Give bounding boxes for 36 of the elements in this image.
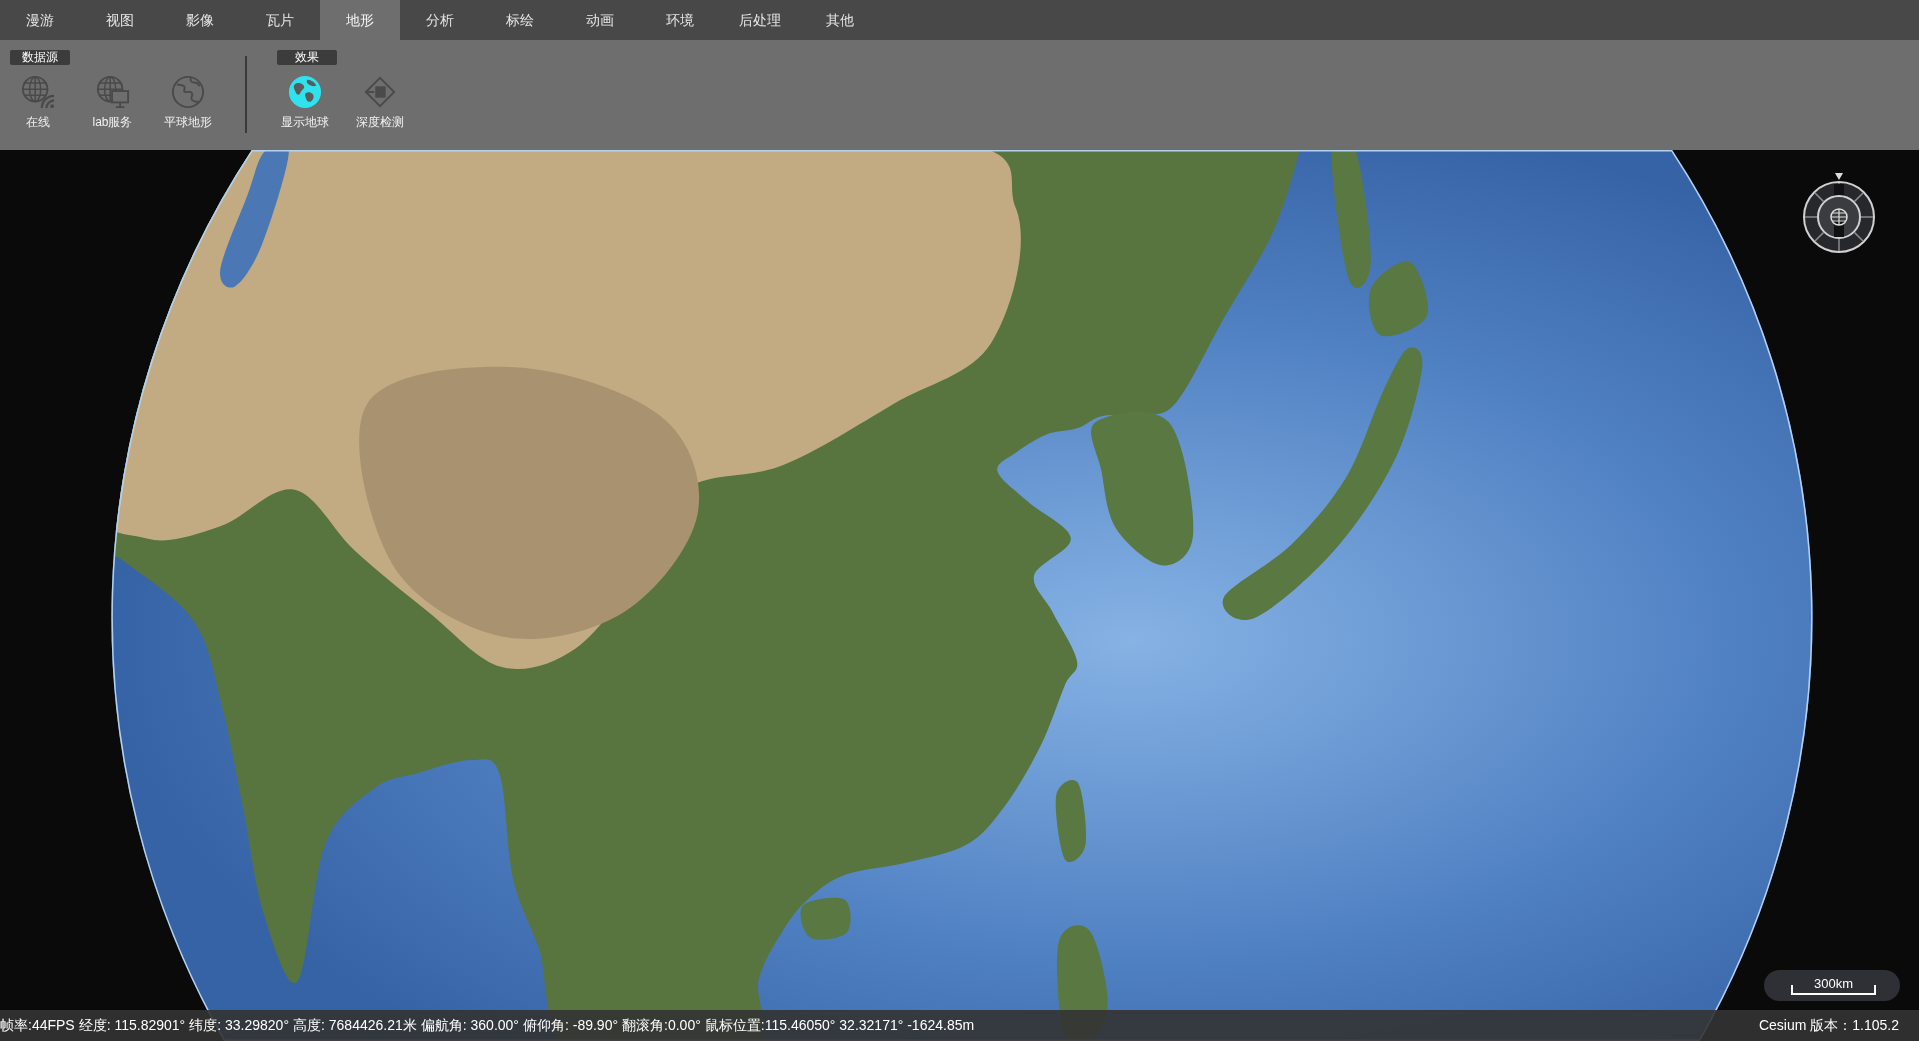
group-label: 数据源: [10, 50, 70, 65]
menu-tab[interactable]: 动画: [560, 0, 640, 40]
status-readout: 高度: 7684426.21米: [293, 1016, 417, 1035]
menu-tab[interactable]: 标绘: [480, 0, 560, 40]
status-readout: 帧率:44FPS: [0, 1016, 75, 1035]
globe-icon[interactable]: [170, 75, 205, 109]
group-label: 效果: [277, 50, 337, 65]
scale-label: 300km: [1814, 976, 1854, 992]
status-readout: 偏航角: 360.00°: [420, 1016, 519, 1035]
version-label: Cesium 版本：1.105.2: [1758, 1016, 1899, 1035]
diamond-icon[interactable]: [362, 75, 397, 109]
menu-tab[interactable]: 地形: [320, 0, 400, 40]
globe-icon[interactable]: [287, 75, 322, 109]
menu-tab[interactable]: 后处理: [720, 0, 800, 40]
status-readout: 翻滚角:0.00°: [622, 1016, 701, 1035]
globe-monitor-icon[interactable]: [95, 75, 130, 109]
compass-icon[interactable]: [1802, 170, 1876, 254]
tool-button[interactable]: 在线: [0, 75, 75, 129]
menu-tab[interactable]: 视图: [80, 0, 160, 40]
tool-button[interactable]: 显示地球: [267, 75, 342, 129]
status-readout: 鼠标位置:115.46050° 32.32171° -1624.85m: [704, 1016, 975, 1035]
status-readout: 经度: 115.82901°: [78, 1016, 186, 1035]
globe-view[interactable]: 300km 帧率:44FPS 经度: 115.82901° 纬度: 33.29820° 高度: 7684426.21米 偏航角: 360.00° 俯仰角: -89.90° 翻滚角:0.00° 鼠标位置:115.46050° 32.32171° -1624.85m Cesium 版本：1.105.2: [0, 150, 1919, 1041]
menu-tab[interactable]: 漫游: [0, 0, 80, 40]
globe-signal-icon[interactable]: [20, 75, 55, 109]
tool-button[interactable]: 深度检测: [342, 75, 417, 129]
status-readout: 纬度: 33.29820°: [189, 1016, 289, 1035]
status-readout: 俯仰角: -89.90°: [522, 1016, 619, 1035]
tool-button[interactable]: 平球地形: [150, 75, 225, 129]
menu-tab[interactable]: 分析: [400, 0, 480, 40]
menu-tab[interactable]: 瓦片: [240, 0, 320, 40]
island: [800, 897, 851, 940]
menu-tab[interactable]: 其他: [800, 0, 880, 40]
menu-tab[interactable]: 环境: [640, 0, 720, 40]
menu-tab[interactable]: 影像: [160, 0, 240, 40]
tool-button[interactable]: lab服务: [75, 75, 150, 129]
